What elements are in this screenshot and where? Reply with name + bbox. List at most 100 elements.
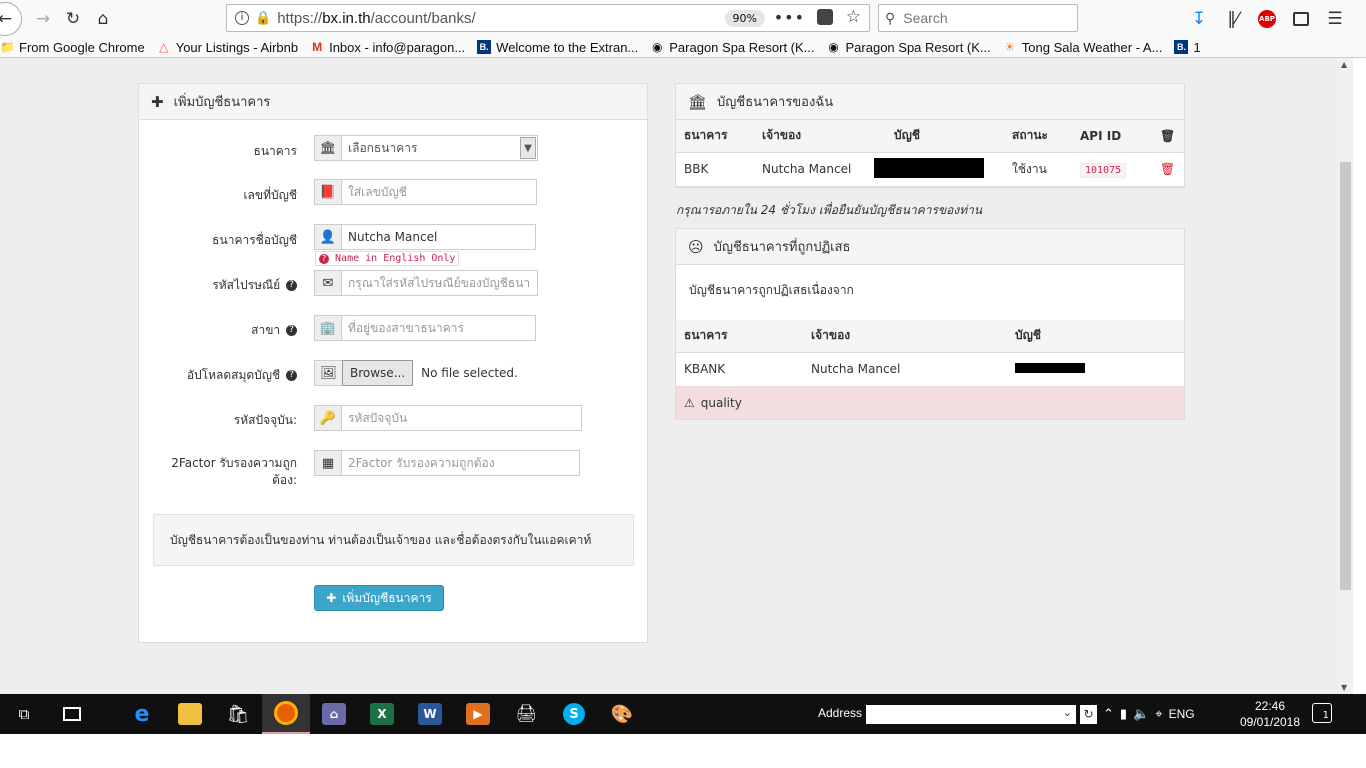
paint-icon: 🎨 <box>610 703 634 725</box>
home-button[interactable]: ⌂ <box>88 4 118 34</box>
browse-button[interactable]: Browse... <box>342 360 414 386</box>
page-actions-icon[interactable]: ••• <box>774 8 805 27</box>
taskbar-explorer[interactable] <box>166 694 214 734</box>
branch-input[interactable]: ที่อยู่ของสาขาธนาคาร <box>342 315 536 341</box>
bookmark-1[interactable]: △ Your Listings - Airbnb <box>157 40 298 55</box>
url-text: https://bx.in.th/account/banks/ <box>277 9 476 27</box>
bookmark-7[interactable]: B. 1 <box>1174 40 1201 55</box>
taskbar-edge[interactable]: e <box>118 694 166 734</box>
task-view-button[interactable] <box>48 694 96 734</box>
reload-icon: ↻ <box>65 8 81 29</box>
row-bank: BBK <box>676 152 754 187</box>
bookmark-3[interactable]: B. Welcome to the Extran... <box>477 40 638 55</box>
volume-icon[interactable]: 🔈 <box>1133 707 1149 722</box>
rejected-title: บัญชีธนาคารที่ถูกปฏิเสธ <box>713 240 851 255</box>
taskbar-media[interactable]: ▶ <box>454 694 502 734</box>
bookmark-6[interactable]: ☀ Tong Sala Weather - A... <box>1003 40 1162 55</box>
task-view-icon <box>63 707 81 721</box>
col-status: สถานะ <box>1004 120 1072 153</box>
twofactor-input[interactable]: 2Factor รับรองความถูกต้อง <box>342 450 580 476</box>
forward-arrow-icon: → <box>35 8 51 29</box>
postcode-group: ✉ กรุณาใส่รหัสไปรษณีย์ของบัญชีธนา <box>314 270 538 296</box>
forward-button[interactable]: → <box>28 4 58 34</box>
question-icon[interactable]: ? <box>286 325 297 336</box>
taskbar-skype[interactable]: S <box>550 694 598 734</box>
bottom-strip <box>0 734 1366 768</box>
add-bank-title: เพิ่มบัญชีธนาคาร <box>173 95 271 110</box>
language-indicator[interactable]: ENG <box>1169 707 1195 721</box>
scroll-up-icon[interactable]: ▲ <box>1341 60 1347 69</box>
clock[interactable]: 22:46 09/01/2018 <box>1232 698 1308 730</box>
postcode-input[interactable]: กรุณาใส่รหัสไปรษณีย์ของบัญชีธนา <box>342 270 538 296</box>
battery-icon[interactable]: ▮ <box>1120 707 1127 722</box>
taskbar-paint[interactable]: 🎨 <box>598 694 646 734</box>
sidebar-button[interactable] <box>1286 4 1316 34</box>
add-bank-button[interactable]: ✚ เพิ่มบัญชีธนาคาร <box>314 585 444 611</box>
pocket-icon[interactable] <box>817 9 833 25</box>
home-icon: ⌂ <box>97 8 109 29</box>
page-content: ✚ เพิ่มบัญชีธนาคาร ธนาคาร 🏛 เลือกธนาคาร … <box>0 58 1338 694</box>
url-bar[interactable]: i 🔒 https://bx.in.th/account/banks/ 90% … <box>226 4 870 32</box>
adblock-button[interactable]: ABP <box>1252 4 1282 34</box>
table-row: KBANK Nutcha Mancel <box>676 352 1184 387</box>
bookmark-5[interactable]: ◉ Paragon Spa Resort (K... <box>827 40 991 55</box>
taskbar-fax[interactable]: 🖨 <box>502 694 550 734</box>
twofactor-label: 2Factor รับรองความถูก ต้อง: <box>171 456 297 487</box>
bank-label: ธนาคาร <box>253 144 297 158</box>
menu-button[interactable]: ☰ <box>1320 4 1350 34</box>
upload-group: 🖼 Browse... No file selected. <box>314 360 518 386</box>
page-scrollbar[interactable]: ▲ ▼ <box>1338 58 1353 694</box>
airbnb-icon: △ <box>159 40 169 54</box>
account-name-group: 👤 Nutcha Mancel <box>314 224 536 250</box>
delete-trash-icon[interactable]: 🗑 <box>1160 162 1175 176</box>
question-icon: ? <box>319 254 329 264</box>
taskbar-app-dome[interactable]: ⌂ <box>310 694 358 734</box>
chevron-down-icon[interactable]: ⌄ <box>1063 706 1072 719</box>
bookmark-star-icon[interactable]: ☆ <box>846 7 861 27</box>
account-number-input[interactable]: ใส่เลขบัญชี <box>342 179 537 205</box>
scroll-thumb[interactable] <box>1340 162 1351 590</box>
taskbar-store[interactable]: 🛍 <box>214 694 262 734</box>
question-icon[interactable]: ? <box>286 280 297 291</box>
col-owner: เจ้าของ <box>754 120 880 153</box>
account-name-input[interactable]: Nutcha Mancel <box>342 224 536 250</box>
account-number-label: เลขที่บัญชี <box>243 188 297 202</box>
col-account: บัญชี <box>880 120 1004 153</box>
taskbar-word[interactable]: W <box>406 694 454 734</box>
current-password-group: 🔑 รหัสปัจจุบัน <box>314 405 582 431</box>
firefox-icon <box>274 701 298 725</box>
rejected-heading: ☹ บัญชีธนาคารที่ถูกปฏิเสธ <box>676 229 1184 265</box>
question-icon[interactable]: ? <box>286 370 297 381</box>
refresh-icon[interactable]: ↻ <box>1080 705 1097 724</box>
reload-button[interactable]: ↻ <box>58 4 88 34</box>
library-button[interactable]: ‖⁄ <box>1218 4 1248 34</box>
row-delete[interactable]: 🗑 <box>1152 152 1184 187</box>
bank-select[interactable]: เลือกธนาคาร ▼ <box>342 135 538 161</box>
bookmark-2[interactable]: M Inbox - info@paragon... <box>310 40 465 55</box>
toolbar-right: ↧ ‖⁄ ABP ☰ <box>1184 4 1350 34</box>
info-icon[interactable]: i <box>235 11 249 25</box>
address-input[interactable]: ⌄ <box>866 705 1076 724</box>
scroll-down-icon[interactable]: ▼ <box>1341 683 1347 692</box>
wifi-icon[interactable]: ⌖ <box>1155 707 1162 722</box>
bookmark-0[interactable]: 📁 From Google Chrome <box>0 40 145 55</box>
downloads-button[interactable]: ↧ <box>1184 4 1214 34</box>
zoom-indicator[interactable]: 90% <box>724 10 765 27</box>
bookmark-4[interactable]: ◉ Paragon Spa Resort (K... <box>650 40 815 55</box>
search-bar[interactable]: ⚲ Search <box>878 4 1078 32</box>
redacted-block <box>1015 363 1085 373</box>
chevron-up-icon[interactable]: ⌃ <box>1103 707 1114 722</box>
taskbar-firefox[interactable] <box>262 694 310 734</box>
image-icon: 🖼 <box>314 360 342 386</box>
taskbar-excel[interactable]: X <box>358 694 406 734</box>
start-button[interactable]: ⧉ <box>0 694 48 734</box>
back-button[interactable]: ← <box>0 1 22 36</box>
qrcode-icon: ▦ <box>314 450 342 476</box>
row-account <box>874 152 1004 187</box>
store-icon: 🛍 <box>226 703 250 725</box>
bookmarks-bar: 📁 From Google Chrome △ Your Listings - Air… <box>0 37 1366 58</box>
current-password-input[interactable]: รหัสปัจจุบัน <box>342 405 582 431</box>
notification-center[interactable]: 1 <box>1312 703 1332 723</box>
col-bank: ธนาคาร <box>676 320 803 353</box>
postcode-label: รหัสไปรษณีย์ ? <box>139 276 297 295</box>
